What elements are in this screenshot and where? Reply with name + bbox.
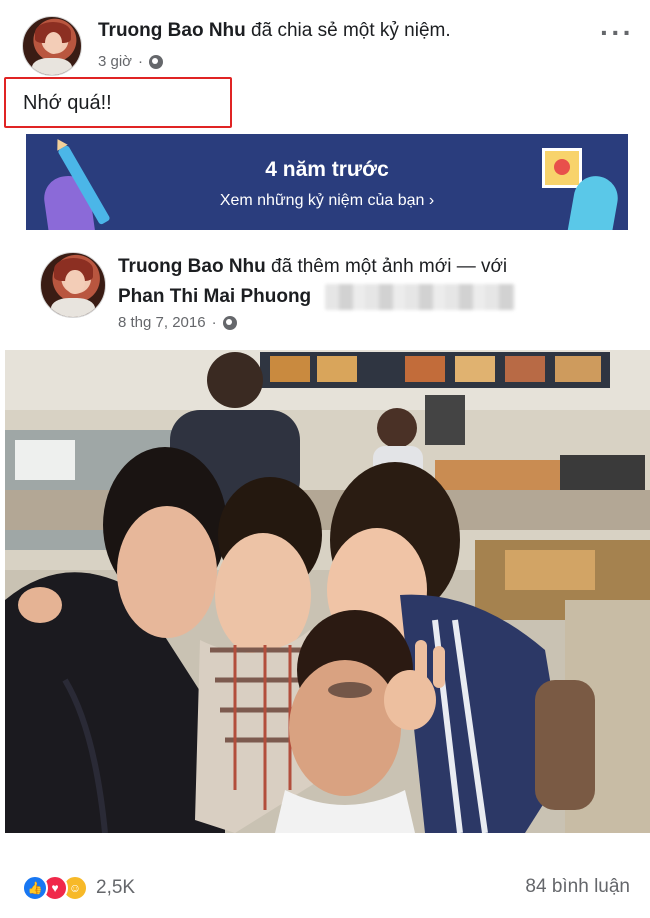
tagged-person[interactable]: Phan Thi Mai Phuong [118,286,311,308]
shared-post-header: Truong Bao Nhu đã thêm một ảnh mới — với… [40,252,630,331]
shared-post-text: Truong Bao Nhu đã thêm một ảnh mới — với [118,256,507,278]
separator-dot: · [211,314,217,331]
photo-frame-icon [542,148,582,188]
author-name[interactable]: Truong Bao Nhu [98,20,246,41]
avatar[interactable] [22,16,82,76]
post-time[interactable]: 3 giờ [98,53,132,70]
shared-author-name[interactable]: Truong Bao Nhu [118,256,266,277]
reaction-count[interactable]: 2,5K [96,877,135,899]
memory-title: 4 năm trước [265,158,389,181]
separator-dot: · [138,53,144,70]
comment-count[interactable]: 84 bình luận [525,876,630,898]
avatar[interactable] [40,252,106,318]
like-icon: 👍 [22,875,48,901]
post-caption: Nhớ quá!! [23,92,112,114]
post-photo[interactable] [5,350,650,833]
globe-icon[interactable] [149,54,164,69]
post-action-text: đã chia sẻ một kỷ niệm. [251,20,451,41]
globe-icon[interactable] [222,315,237,330]
shared-post-date[interactable]: 8 thg 7, 2016 [118,314,206,331]
post-meta: 3 giờ · [98,53,164,70]
post-header-text: Truong Bao Nhu đã chia sẻ một kỷ niệm. [98,20,451,42]
blurred-text [325,284,516,310]
memory-link[interactable]: Xem những kỷ niệm của bạn › [26,192,628,210]
post-header: Truong Bao Nhu đã chia sẻ một kỷ niệm. 3… [22,14,632,76]
group-selfie-photo [5,350,650,833]
memory-banner[interactable]: 4 năm trước Xem những kỷ niệm của bạn › [26,134,628,230]
tagged-line: Phan Thi Mai Phuong [118,284,516,310]
shared-action-text: đã thêm một ảnh mới — với [271,256,508,277]
more-options-button[interactable]: ··· [600,19,632,47]
reactions-summary[interactable]: 👍 ♥ ☺ 2,5K [22,875,135,901]
shared-post-meta: 8 thg 7, 2016 · [118,314,237,331]
